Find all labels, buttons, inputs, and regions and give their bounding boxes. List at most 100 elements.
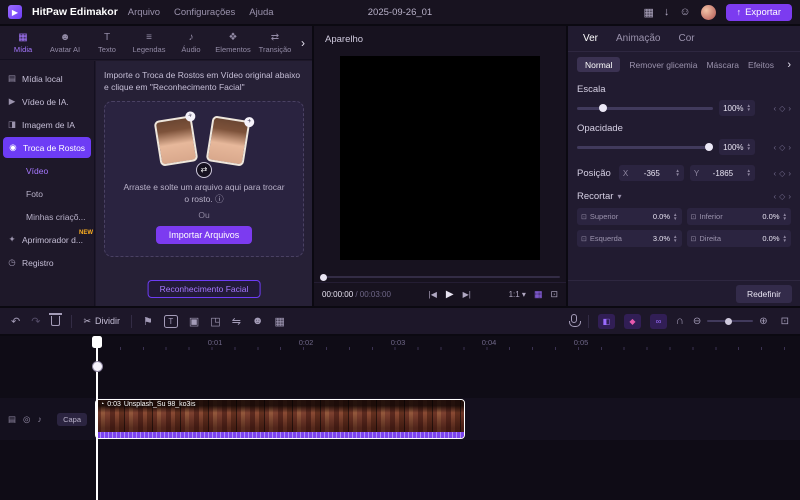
subtab-efeitos[interactable]: Efeitos	[748, 60, 774, 70]
sidebar-item-registro[interactable]: ◷ Registro	[0, 252, 94, 273]
keyframe-next-icon[interactable]: ›	[788, 143, 791, 152]
tab-animacao[interactable]: Animação	[616, 33, 660, 44]
crop-bottom-field[interactable]: ⊡ Inferior 0.0%	[686, 208, 791, 225]
split-button[interactable]: ✂ Dividir	[83, 316, 120, 327]
keyframe-prev-icon[interactable]: ‹	[774, 169, 777, 178]
sidebar-item-imagem-ia[interactable]: ◨ Imagem de IA	[0, 114, 94, 135]
crop-right-stepper[interactable]	[783, 235, 787, 243]
keyframe-next-icon[interactable]: ›	[788, 169, 791, 178]
keyframe-prev-icon[interactable]: ‹	[774, 192, 777, 201]
position-x-stepper[interactable]	[675, 169, 679, 177]
download-icon[interactable]: ↓	[664, 6, 670, 18]
crop-left-stepper[interactable]	[673, 235, 677, 243]
zoom-in-icon[interactable]: ⊕	[759, 316, 767, 327]
tab-midia[interactable]: ▦ Mídia	[2, 32, 44, 54]
playhead-badge-icon[interactable]	[91, 361, 103, 372]
play-icon[interactable]: ▶	[446, 289, 454, 300]
crop-top-field[interactable]: ⊡ Superior 0.0%	[577, 208, 682, 225]
menu-arquivo[interactable]: Arquivo	[128, 7, 160, 18]
track-visibility-icon[interactable]: ◎	[23, 414, 30, 425]
playhead[interactable]	[91, 336, 103, 500]
redo-icon[interactable]: ↷	[31, 315, 40, 328]
opacity-slider-handle[interactable]	[704, 142, 713, 151]
track-label[interactable]: Capa	[57, 412, 87, 426]
face-recognition-button[interactable]: Reconhecimento Facial	[147, 280, 261, 298]
tab-legendas[interactable]: ≡ Legendas	[128, 32, 170, 54]
next-frame-icon[interactable]: ▶|	[463, 290, 471, 299]
import-files-button[interactable]: Importar Arquivos	[155, 226, 253, 245]
export-button[interactable]: ↑ Exportar	[725, 3, 792, 21]
magnet-icon[interactable]: ∩	[676, 315, 684, 327]
keyframe-toggle-icon[interactable]: ◧	[597, 313, 615, 329]
track-options-icon[interactable]: ▤	[8, 414, 16, 425]
subtabs-more-icon[interactable]: ›	[787, 59, 791, 71]
subtab-remover[interactable]: Remover glicemia	[629, 60, 697, 70]
crop-top-stepper[interactable]	[673, 213, 677, 221]
scale-stepper[interactable]	[747, 104, 751, 112]
tab-texto[interactable]: T Texto	[86, 32, 128, 54]
preview-scrubber[interactable]	[320, 273, 560, 281]
crop-left-field[interactable]: ⊡ Esquerda 3.0%	[577, 230, 682, 247]
sidebar-item-video-ia[interactable]: ▶ Vídeo de IA.	[0, 91, 94, 112]
delete-icon[interactable]	[49, 313, 63, 326]
keyframe-icon[interactable]: ◇	[779, 143, 785, 152]
microphone-icon[interactable]	[568, 313, 581, 327]
zoom-slider[interactable]	[707, 317, 754, 325]
opacity-slider[interactable]	[577, 142, 714, 151]
ribbon-more-icon[interactable]: ›	[301, 36, 310, 50]
pip-icon[interactable]: ◳	[210, 315, 220, 328]
keyframe-next-icon[interactable]: ›	[788, 104, 791, 113]
add-text-icon[interactable]: T	[163, 314, 178, 328]
info-icon[interactable]: ⓘ	[215, 194, 224, 204]
video-clip[interactable]: ◔ 0:03 Unsplash_Su 98_ko3is	[95, 399, 465, 439]
position-y-stepper[interactable]	[747, 169, 751, 177]
workspace-icon[interactable]: ▦	[643, 6, 653, 19]
fullscreen-icon[interactable]: ⊡	[550, 289, 558, 300]
track-mute-icon[interactable]: ♪	[37, 414, 41, 424]
previous-frame-icon[interactable]: |◀	[429, 290, 437, 299]
collapse-icon[interactable]: ▾	[617, 192, 621, 201]
keyframe-icon[interactable]: ◇	[779, 104, 785, 113]
keyframe-icon[interactable]: ◇	[779, 169, 785, 178]
sidebar-subitem-foto[interactable]: Foto	[0, 183, 94, 204]
menu-configuracoes[interactable]: Configurações	[174, 7, 235, 18]
tab-audio[interactable]: ♪ Áudio	[170, 32, 212, 54]
keyframe-prev-icon[interactable]: ‹	[774, 143, 777, 152]
face-effect-icon[interactable]: ☻	[252, 315, 264, 327]
zoom-out-icon[interactable]: ⊖	[693, 316, 701, 327]
crop-tool-icon[interactable]: ▣	[189, 315, 199, 328]
tab-ver[interactable]: Ver	[583, 33, 598, 44]
sidebar-item-aprimorador[interactable]: ✦ Aprimorador d... NEW	[0, 229, 94, 250]
link-toggle-icon[interactable]: ∞	[649, 313, 667, 329]
marker-icon[interactable]: ⚑	[143, 315, 153, 328]
user-avatar[interactable]	[700, 4, 716, 20]
zoom-slider-handle[interactable]	[725, 317, 733, 325]
scale-value-field[interactable]: 100%	[719, 100, 755, 116]
record-toggle-icon[interactable]: ◆	[623, 313, 641, 329]
sidebar-item-troca-de-rostos[interactable]: ◉ Troca de Rostos	[3, 137, 91, 158]
tab-cor[interactable]: Cor	[678, 33, 694, 44]
sidebar-subitem-video[interactable]: Vídeo	[0, 160, 94, 181]
video-canvas[interactable]	[340, 56, 540, 260]
opacity-value-field[interactable]: 100%	[719, 139, 755, 155]
sidebar-subitem-minhas-criacoes[interactable]: Minhas criaçõ...	[0, 206, 94, 227]
grid-icon[interactable]: ▦	[534, 289, 543, 300]
subtab-mascara[interactable]: Máscara	[706, 60, 739, 70]
file-dropzone[interactable]: + + ⇄ Arraste e solte um arquivo aqui pa…	[104, 100, 304, 257]
crop-section-header[interactable]: Recortar ▾ ‹ ◇ ›	[568, 191, 800, 202]
scale-slider[interactable]	[577, 103, 714, 112]
zoom-ratio-dropdown[interactable]: 1:1 ▾	[509, 290, 526, 299]
sidebar-item-midia-local[interactable]: ▤ Mídia local	[0, 68, 94, 89]
keyframe-prev-icon[interactable]: ‹	[774, 104, 777, 113]
position-x-field[interactable]: X -365	[618, 165, 684, 181]
sticker-icon[interactable]: ▦	[274, 315, 284, 328]
menu-ajuda[interactable]: Ajuda	[249, 7, 273, 18]
tab-elementos[interactable]: ❖ Elementos	[212, 32, 254, 54]
keyframe-next-icon[interactable]: ›	[788, 192, 791, 201]
opacity-stepper[interactable]	[747, 143, 751, 151]
crop-bottom-stepper[interactable]	[783, 213, 787, 221]
fit-timeline-icon[interactable]: ⊡	[781, 316, 789, 327]
undo-icon[interactable]: ↶	[11, 315, 20, 328]
position-y-field[interactable]: Y -1865	[689, 165, 755, 181]
tab-avatar-ai[interactable]: ☻ Avatar AI	[44, 32, 86, 54]
